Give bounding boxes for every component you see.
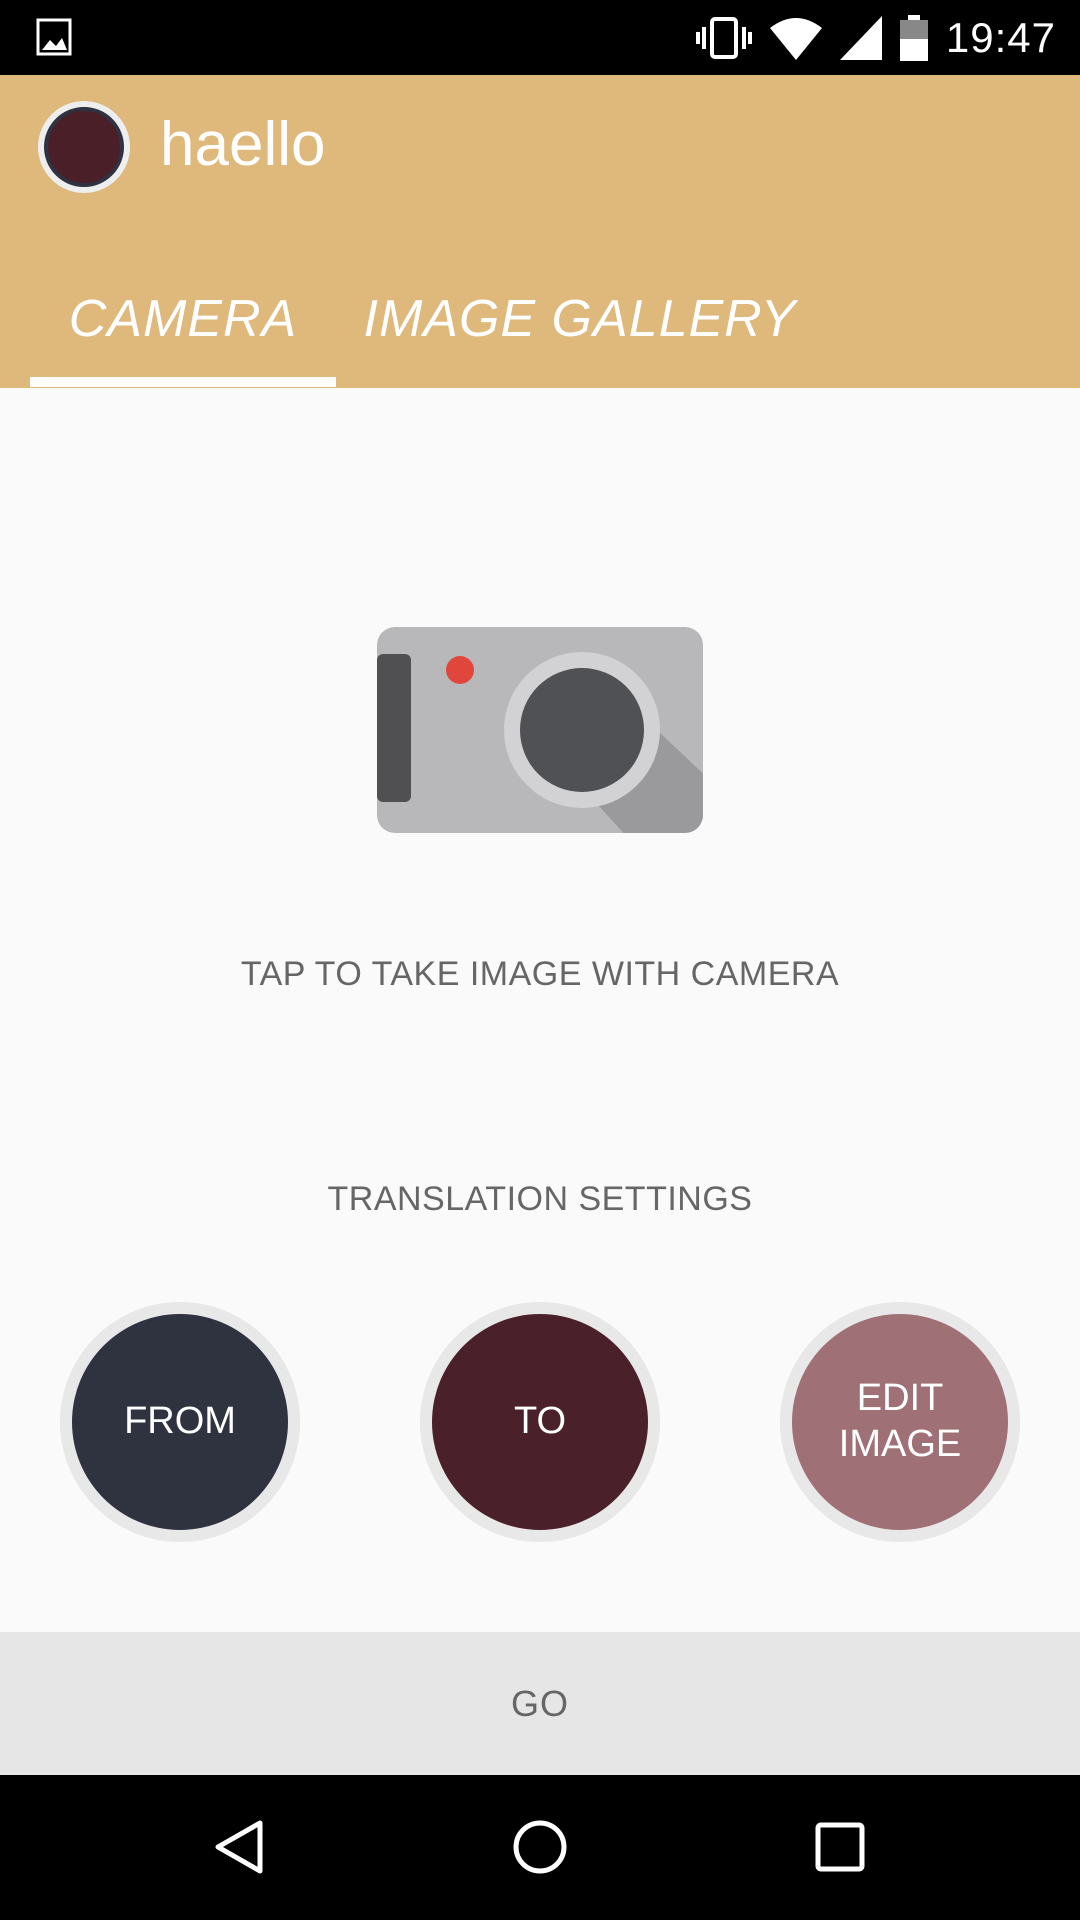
app-bar: haello CAMERA IMAGE GALLERY bbox=[0, 75, 1080, 388]
tab-camera[interactable]: CAMERA bbox=[30, 250, 336, 388]
wifi-icon bbox=[769, 17, 822, 60]
app-logo bbox=[38, 101, 130, 193]
home-button[interactable] bbox=[500, 1807, 580, 1887]
recents-icon bbox=[815, 1822, 865, 1872]
app-title: haello bbox=[160, 110, 326, 179]
from-language-button[interactable]: FROM bbox=[60, 1302, 300, 1542]
selected-tab-indicator bbox=[30, 377, 336, 387]
camera-hint-text: TAP TO TAKE IMAGE WITH CAMERA bbox=[240, 955, 840, 993]
translation-settings-heading: TRANSLATION SETTINGS bbox=[327, 1180, 753, 1218]
gallery-notification-icon bbox=[36, 18, 72, 56]
vibrate-icon bbox=[695, 16, 752, 59]
go-button[interactable]: GO bbox=[0, 1632, 1080, 1775]
back-icon bbox=[215, 1820, 263, 1874]
back-button[interactable] bbox=[200, 1807, 280, 1887]
camera-icon[interactable] bbox=[370, 620, 710, 840]
from-language-label: FROM bbox=[72, 1314, 288, 1530]
navigation-bar bbox=[0, 1775, 1080, 1920]
to-language-button[interactable]: TO bbox=[420, 1302, 660, 1542]
tab-bar: CAMERA IMAGE GALLERY bbox=[0, 250, 1080, 388]
to-language-label: TO bbox=[432, 1314, 648, 1530]
battery-icon bbox=[899, 14, 928, 61]
signal-icon bbox=[839, 15, 882, 60]
status-bar: 19:47 bbox=[0, 0, 1080, 75]
edit-image-button[interactable]: EDIT IMAGE bbox=[780, 1302, 1020, 1542]
tab-image-gallery[interactable]: IMAGE GALLERY bbox=[360, 250, 800, 388]
status-time: 19:47 bbox=[945, 13, 1056, 61]
home-icon bbox=[513, 1820, 567, 1874]
edit-image-label: EDIT IMAGE bbox=[792, 1314, 1008, 1530]
recents-button[interactable] bbox=[800, 1807, 880, 1887]
